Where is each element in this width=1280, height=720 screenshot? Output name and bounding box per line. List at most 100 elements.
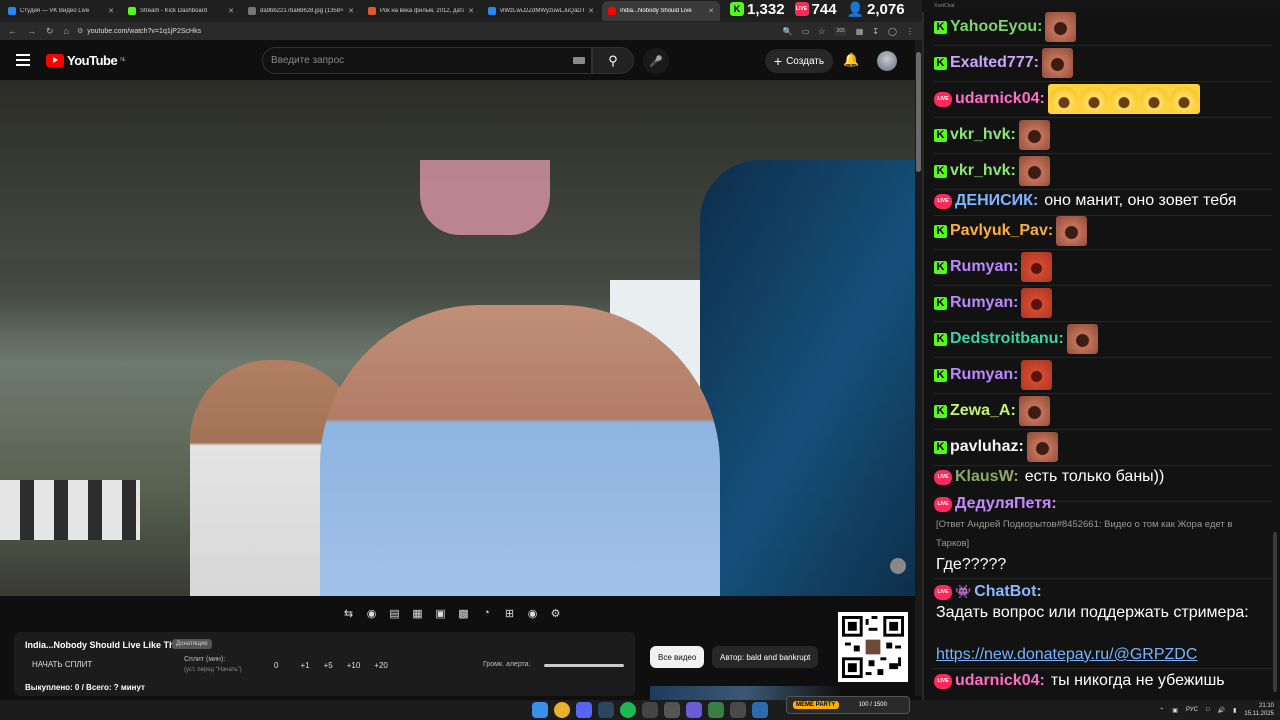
broadcast-icon[interactable]: ◉ bbox=[363, 606, 380, 621]
theater-icon[interactable]: ▩ bbox=[455, 606, 472, 621]
chat-username[interactable]: Dedstroitbanu: bbox=[950, 330, 1064, 348]
profile-icon[interactable]: ◯ bbox=[888, 27, 897, 36]
menu-icon[interactable] bbox=[16, 54, 30, 66]
battery-icon[interactable]: ▮ bbox=[1233, 707, 1236, 714]
clock[interactable]: 21:10 15.11.2025 bbox=[1244, 702, 1274, 718]
start-split-button[interactable]: НАЧАТЬ СПЛИТ bbox=[32, 660, 92, 669]
meme-party-value: 100 / 1500 bbox=[858, 702, 887, 708]
language-indicator[interactable]: РУС bbox=[1186, 707, 1198, 713]
app-icon[interactable] bbox=[642, 702, 658, 718]
url-field[interactable]: youtube.com/watch?v=1q1jP2ScHks bbox=[87, 28, 782, 35]
browser-tab[interactable]: Stream - Kick Dashboard ✕ bbox=[122, 1, 240, 21]
donation-link[interactable]: https://new.donatepay.ru/@GRPZDC bbox=[936, 646, 1197, 663]
browser-tab[interactable]: Студия — VK Видео Live ✕ bbox=[2, 1, 120, 21]
clip-icon[interactable]: ▦ bbox=[409, 606, 426, 621]
loop-icon[interactable]: ⇆ bbox=[340, 606, 357, 621]
app-icon[interactable] bbox=[686, 702, 702, 718]
chat-username[interactable]: udarnick04: bbox=[955, 90, 1045, 108]
reload-icon[interactable]: ↻ bbox=[46, 26, 54, 37]
start-icon[interactable] bbox=[532, 702, 548, 718]
close-tab-icon[interactable]: ✕ bbox=[228, 7, 234, 15]
meme-party-widget[interactable]: MEME PARTY 100 / 1500 bbox=[786, 696, 910, 714]
split-add-20-button[interactable]: +20 bbox=[374, 661, 388, 670]
browser-tab[interactable]: Рок на века фильм, 2012, дата ✕ bbox=[362, 1, 480, 21]
extension-badge[interactable]: 265 bbox=[834, 26, 847, 36]
chat-username[interactable]: ДЕНИСИК: bbox=[955, 192, 1038, 210]
spotify-icon[interactable] bbox=[620, 702, 636, 718]
close-tab-icon[interactable]: ✕ bbox=[348, 7, 354, 15]
keyboard-icon[interactable] bbox=[573, 57, 585, 64]
chat-username[interactable]: Rumyan: bbox=[950, 294, 1018, 312]
chat-username[interactable]: YahooEyou: bbox=[950, 18, 1042, 36]
donors-tag[interactable]: Донатящие bbox=[172, 639, 212, 649]
split-add-1-button[interactable]: +1 bbox=[300, 661, 309, 670]
chat-username[interactable]: Zewa_A: bbox=[950, 402, 1016, 420]
telegram-icon[interactable] bbox=[752, 702, 768, 718]
search-placeholder: Введите запрос bbox=[271, 55, 345, 66]
split-add-10-button[interactable]: +10 bbox=[347, 661, 361, 670]
chrome-icon[interactable] bbox=[554, 702, 570, 718]
app-icon[interactable] bbox=[708, 702, 724, 718]
cast-icon[interactable]: ▭ bbox=[802, 27, 810, 36]
create-button[interactable]: + Создать bbox=[765, 49, 833, 73]
split-add-5-button[interactable]: +5 bbox=[324, 661, 333, 670]
zoom-icon[interactable]: 🔍 bbox=[783, 27, 793, 36]
chat-username[interactable]: pavluhaz: bbox=[950, 438, 1024, 456]
close-tab-icon[interactable]: ✕ bbox=[108, 7, 114, 15]
close-tab-icon[interactable]: ✕ bbox=[468, 7, 474, 15]
site-info-icon[interactable]: ⚙ bbox=[77, 27, 83, 35]
close-tab-icon[interactable]: ✕ bbox=[708, 7, 714, 15]
tray-app-icon[interactable]: ▣ bbox=[1172, 707, 1178, 714]
chat-username[interactable]: KlausW: bbox=[955, 468, 1019, 486]
browser-tab[interactable]: India...Nobody Should Live ✕ bbox=[602, 1, 720, 21]
notifications-bell-icon[interactable]: 🔔 bbox=[843, 52, 859, 68]
search-input[interactable]: Введите запрос bbox=[262, 47, 592, 74]
volume-icon[interactable]: 🔊 bbox=[1218, 707, 1225, 714]
network-icon[interactable]: □ bbox=[1206, 707, 1210, 713]
face-emote-icon bbox=[1018, 120, 1050, 150]
camera-icon[interactable]: ◉ bbox=[524, 606, 541, 621]
voice-search-button[interactable]: 🎤 bbox=[643, 48, 669, 74]
forward-icon[interactable]: → bbox=[27, 26, 36, 37]
subtitles-icon[interactable]: ▤ bbox=[386, 606, 403, 621]
screenshot-icon[interactable]: ▣ bbox=[432, 606, 449, 621]
alert-volume-slider[interactable] bbox=[544, 664, 624, 667]
browser-menu-icon[interactable]: ⋮ bbox=[906, 27, 914, 36]
video-player[interactable] bbox=[0, 80, 915, 596]
tray-arrow-icon[interactable]: ⌃ bbox=[1159, 707, 1164, 714]
chat-username[interactable]: udarnick04: bbox=[955, 672, 1045, 690]
chat-username[interactable]: ChatBot: bbox=[974, 583, 1042, 601]
youtube-logo[interactable]: YouTube NL bbox=[46, 53, 126, 68]
chat-username[interactable]: Pavlyuk_Pav: bbox=[950, 222, 1053, 240]
downloads-icon[interactable]: ↧ bbox=[872, 27, 879, 36]
search-button[interactable]: ⚲ bbox=[592, 47, 634, 74]
browser-tab[interactable]: vlWzLwiJ2ZdMWyzuwLJuQaDT! ✕ bbox=[482, 1, 600, 21]
kick-badge-icon: K bbox=[934, 404, 947, 418]
chat-username[interactable]: Rumyan: bbox=[950, 258, 1018, 276]
avatar[interactable] bbox=[877, 51, 897, 71]
add-icon[interactable]: ⊞ bbox=[501, 606, 518, 621]
bookmark-star-icon[interactable]: ☆ bbox=[818, 27, 825, 36]
back-icon[interactable]: ← bbox=[8, 26, 17, 37]
chip-author[interactable]: Автор: bald and bankrupt bbox=[712, 646, 819, 668]
extensions-icon[interactable]: ▦ bbox=[856, 27, 864, 36]
settings-gear-icon[interactable]: ⚙ bbox=[547, 606, 564, 621]
chat-username[interactable]: ДедуляПетя: bbox=[955, 495, 1057, 513]
chat-username[interactable]: Rumyan: bbox=[950, 366, 1018, 384]
app-icon[interactable] bbox=[664, 702, 680, 718]
channel-watermark[interactable] bbox=[890, 558, 906, 574]
home-icon[interactable]: ⌂ bbox=[64, 26, 69, 37]
discord-icon[interactable] bbox=[576, 702, 592, 718]
app-icon[interactable] bbox=[730, 702, 746, 718]
face-emote-icon bbox=[1026, 432, 1058, 462]
steam-icon[interactable] bbox=[598, 702, 614, 718]
chip-all-videos[interactable]: Все видео bbox=[650, 646, 705, 668]
close-tab-icon[interactable]: ✕ bbox=[588, 7, 594, 15]
browser-tab[interactable]: da9bb2217ba6b628.jpg (1358× ✕ bbox=[242, 1, 360, 21]
chat-username[interactable]: vkr_hvk: bbox=[950, 162, 1016, 180]
chat-username[interactable]: Exalted777: bbox=[950, 54, 1039, 72]
page-scrollbar[interactable] bbox=[915, 40, 922, 696]
speed-icon[interactable]: ◔ bbox=[478, 606, 495, 621]
chat-username[interactable]: vkr_hvk: bbox=[950, 126, 1016, 144]
chat-scrollbar[interactable] bbox=[1273, 532, 1277, 692]
